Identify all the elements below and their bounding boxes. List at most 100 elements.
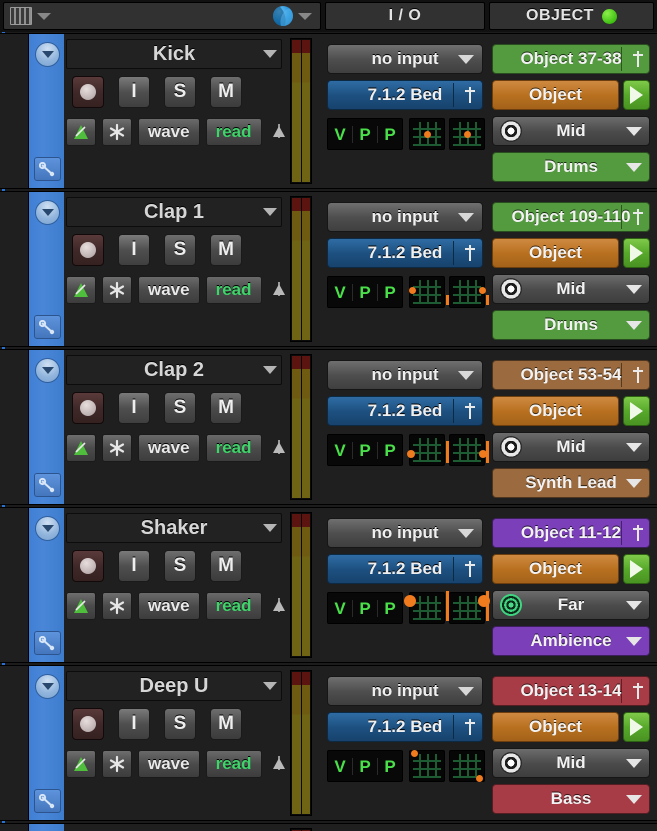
freeze-button[interactable] xyxy=(102,592,132,620)
object-id-field[interactable]: Object 11-12 xyxy=(492,518,650,548)
object-go-button[interactable] xyxy=(623,396,650,426)
object-distance-selector[interactable]: Mid xyxy=(492,748,650,778)
object-id-field[interactable]: Object 109-110 xyxy=(492,202,650,232)
automation-button[interactable]: wave xyxy=(138,118,200,146)
channel-name-field[interactable]: Clap 2 xyxy=(66,355,282,385)
automation-button[interactable]: wave xyxy=(138,592,200,620)
object-distance-selector[interactable]: Mid xyxy=(492,432,650,462)
speaker-cone-button[interactable] xyxy=(268,278,290,302)
vpp-indicator[interactable]: V P P xyxy=(327,118,403,150)
speaker-cone-button[interactable] xyxy=(268,752,290,776)
input-monitor-button[interactable]: I xyxy=(118,234,150,266)
pan-grid-left[interactable] xyxy=(408,276,449,308)
eq-button[interactable] xyxy=(66,118,96,146)
pin-icon[interactable] xyxy=(631,523,645,543)
input-selector[interactable]: no input xyxy=(327,676,483,706)
channel-select-strip[interactable] xyxy=(28,508,64,662)
group-link-button[interactable] xyxy=(34,315,61,339)
input-selector[interactable]: no input xyxy=(327,44,483,74)
record-enable-button[interactable] xyxy=(72,234,104,266)
input-monitor-button[interactable]: I xyxy=(118,708,150,740)
eq-button[interactable] xyxy=(66,592,96,620)
pin-icon[interactable] xyxy=(463,559,477,579)
object-go-button[interactable] xyxy=(623,712,650,742)
pan-position-dot[interactable] xyxy=(423,130,431,138)
solo-button[interactable]: S xyxy=(164,550,196,582)
channel-name-field[interactable]: Shaker xyxy=(66,513,282,543)
mute-button[interactable]: M xyxy=(210,708,242,740)
pan-grid-left[interactable] xyxy=(404,591,449,624)
object-group-selector[interactable]: Bass xyxy=(492,784,650,814)
object-distance-selector[interactable]: Mid xyxy=(492,116,650,146)
speaker-cone-button[interactable] xyxy=(268,436,290,460)
freeze-button[interactable] xyxy=(102,434,132,462)
pan-grid-left[interactable] xyxy=(407,434,449,466)
channel-strip-partial[interactable] xyxy=(0,823,657,831)
speaker-cone-button[interactable] xyxy=(268,120,290,144)
pin-icon[interactable] xyxy=(463,243,477,263)
input-monitor-button[interactable]: I xyxy=(118,392,150,424)
pin-icon[interactable] xyxy=(631,365,645,385)
record-enable-button[interactable] xyxy=(72,708,104,740)
eq-button[interactable] xyxy=(66,750,96,778)
chevron-down-icon[interactable] xyxy=(263,50,277,58)
mixer-strips-icon[interactable] xyxy=(10,7,32,25)
record-enable-button[interactable] xyxy=(72,76,104,108)
pan-grid-left[interactable] xyxy=(409,118,445,150)
object-group-selector[interactable]: Drums xyxy=(492,152,650,182)
pin-icon[interactable] xyxy=(463,717,477,737)
freeze-button[interactable] xyxy=(102,276,132,304)
pin-icon[interactable] xyxy=(631,681,645,701)
input-monitor-button[interactable]: I xyxy=(118,550,150,582)
chevron-down-icon[interactable] xyxy=(263,208,277,216)
group-link-button[interactable] xyxy=(34,473,61,497)
object-id-field[interactable]: Object 37-38 xyxy=(492,44,650,74)
object-mode-button[interactable]: Object xyxy=(492,238,619,268)
collapse-button[interactable] xyxy=(35,358,60,383)
object-distance-selector[interactable]: Far xyxy=(492,590,650,620)
channel-strip[interactable]: Clap 1 I S M wave read no input 7.1.2 Be… xyxy=(0,191,657,347)
channel-name-field[interactable]: Kick xyxy=(66,39,282,69)
object-group-selector[interactable]: Drums xyxy=(492,310,650,340)
chevron-down-icon[interactable] xyxy=(263,366,277,374)
solo-button[interactable]: S xyxy=(164,708,196,740)
pan-grid-left[interactable] xyxy=(409,749,445,782)
mute-button[interactable]: M xyxy=(210,550,242,582)
solo-button[interactable]: S xyxy=(164,392,196,424)
solo-button[interactable]: S xyxy=(164,234,196,266)
collapse-button[interactable] xyxy=(35,674,60,699)
chevron-down-icon[interactable] xyxy=(298,12,312,20)
object-go-button[interactable] xyxy=(623,80,650,110)
output-selector[interactable]: 7.1.2 Bed xyxy=(327,712,483,742)
pan-position-dot[interactable] xyxy=(463,130,471,138)
mute-button[interactable]: M xyxy=(210,234,242,266)
pin-icon[interactable] xyxy=(463,85,477,105)
chevron-down-icon[interactable] xyxy=(263,524,277,532)
channel-select-strip[interactable] xyxy=(28,34,64,188)
speaker-cone-button[interactable] xyxy=(268,594,290,618)
vpp-indicator[interactable]: V P P xyxy=(327,750,403,782)
automation-button[interactable]: wave xyxy=(138,750,200,778)
group-link-button[interactable] xyxy=(34,157,61,181)
pan-position-dot[interactable] xyxy=(410,749,418,757)
mute-button[interactable]: M xyxy=(210,76,242,108)
channel-strip[interactable]: Kick I S M wave read no input 7.1.2 Bed … xyxy=(0,33,657,189)
collapse-button[interactable] xyxy=(35,200,60,225)
input-selector[interactable]: no input xyxy=(327,360,483,390)
object-group-selector[interactable]: Ambience xyxy=(492,626,650,656)
channel-select-strip[interactable] xyxy=(28,350,64,504)
group-link-button[interactable] xyxy=(34,789,61,813)
pan-position-dot[interactable] xyxy=(407,449,416,458)
solo-button[interactable]: S xyxy=(164,76,196,108)
vpp-indicator[interactable]: V P P xyxy=(327,434,403,466)
automation-mode-button[interactable]: read xyxy=(205,118,262,146)
record-enable-button[interactable] xyxy=(72,550,104,582)
object-mode-button[interactable]: Object xyxy=(492,554,619,584)
header-view-selector[interactable] xyxy=(3,2,321,30)
freeze-button[interactable] xyxy=(102,118,132,146)
object-mode-button[interactable]: Object xyxy=(492,712,619,742)
input-monitor-button[interactable]: I xyxy=(118,76,150,108)
collapse-button[interactable] xyxy=(35,516,60,541)
pan-position-dot[interactable] xyxy=(476,775,484,783)
channel-strip[interactable]: Deep U I S M wave read no input 7.1.2 Be… xyxy=(0,665,657,821)
